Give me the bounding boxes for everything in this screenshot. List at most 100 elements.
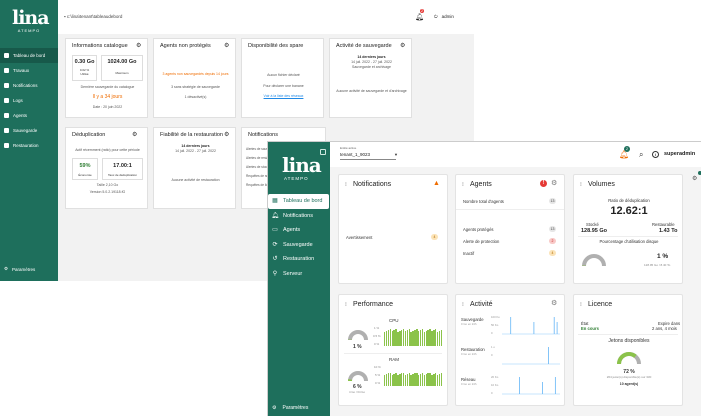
new-nav-item-0[interactable]: ▦ Tableau de bord: [268, 194, 329, 209]
old-catalog-max-label: Maximum: [115, 71, 129, 75]
agents-row-label: Agents protégés: [463, 227, 494, 232]
old-restore-period: 14 derniers jours: [181, 144, 210, 148]
caret-down-icon[interactable]: ▼: [394, 152, 398, 157]
card-title: Activité: [470, 301, 493, 308]
tenant-select[interactable]: tenant_1_9023: [340, 152, 370, 157]
old-user-menu[interactable]: ⏻ admin: [434, 14, 454, 19]
bell-icon: 🔔︎: [271, 212, 279, 219]
card-volumes: ⁞⁞ Volumes Ratio de déduplication 12.62:…: [573, 174, 683, 284]
ram-history-bars: [384, 372, 443, 386]
new-nav-item-4[interactable]: ↺ Restauration: [268, 252, 330, 267]
gear-icon[interactable]: ⚙: [224, 42, 229, 49]
new-username[interactable]: superadmin: [664, 151, 695, 157]
card-title: Licence: [588, 301, 613, 308]
new-nav-label: Restauration: [283, 256, 315, 263]
restore-icon: ↺: [272, 256, 278, 263]
old-settings-link[interactable]: ⚙ Paramètres: [4, 266, 35, 272]
drag-handle-icon[interactable]: ⁞⁞: [462, 182, 464, 188]
old-unprot-line2: 1 désactivé(s): [184, 95, 207, 99]
drag-handle-icon[interactable]: ⁞⁞: [580, 302, 582, 308]
old-nav-item-6[interactable]: Restauration: [0, 138, 58, 153]
gauge-track: [348, 371, 368, 382]
new-settings-label: Paramètres: [282, 405, 309, 411]
tokens-label: Jetons disponibles: [608, 338, 650, 344]
new-nav: ▦ Tableau de bord 🔔︎ Notifications ▭ Agents ⟳ S…: [268, 194, 330, 281]
old-dedup-saving-value: 59%: [79, 163, 91, 169]
gear-icon[interactable]: ⚙: [224, 131, 229, 138]
card-title: Performance: [353, 301, 394, 308]
cpu-pct: 1 %: [353, 344, 362, 350]
old-nav-item-0[interactable]: Tableau de bord: [0, 48, 58, 63]
activity-axis-label: 20 Ko: [491, 375, 499, 379]
new-logo-text: lina: [282, 153, 322, 177]
activity-axis-label: 100 Ko: [491, 315, 500, 319]
history-bar: [440, 373, 443, 386]
old-nav-item-2[interactable]: Notifications: [0, 78, 58, 93]
new-sidebar: lina ATEMPO ▦ Tableau de bord 🔔︎ Notificati…: [268, 142, 330, 416]
old-nav-label: Travaux: [13, 68, 30, 73]
new-nav-item-2[interactable]: ▭ Agents: [268, 223, 330, 238]
new-topbar: Entité active tenant_1_9023 ▼ 🔔︎ 2 ⌕ i s…: [330, 142, 701, 167]
old-nav-item-3[interactable]: Logs: [0, 93, 58, 108]
agents-row-count: 2: [549, 238, 556, 244]
bell-icon[interactable]: 🔔︎: [415, 13, 424, 21]
old-path: ▪ c:\lina\tenant\tableaudebord: [64, 14, 122, 19]
old-settings-label: Paramètres: [12, 266, 36, 272]
old-nav-item-5[interactable]: Sauvegarde: [0, 123, 58, 138]
restorable-label: Restaurable: [652, 222, 675, 227]
search-icon[interactable]: ⌕: [639, 150, 643, 160]
info-icon[interactable]: i: [652, 151, 659, 158]
new-nav-item-3[interactable]: ⟳ Sauvegarde: [268, 238, 330, 253]
gear-icon[interactable]: ⚙: [692, 175, 697, 182]
gear-icon[interactable]: ⚙: [551, 179, 557, 187]
old-spare-link[interactable]: Voir à la liste des réseaux: [244, 94, 323, 98]
disk-usage-label: Pourcentage d'utilisation disque: [599, 239, 659, 244]
cpu-label: CPU: [389, 318, 399, 323]
tenant-label: Entité active: [340, 146, 357, 150]
old-card-title: Disponibilité des spare: [248, 43, 304, 49]
warning-label: Avertissement: [346, 235, 373, 240]
old-card-title: Fiabilité de la restauration: [160, 132, 223, 138]
stored-value: 128.95 Go: [581, 228, 607, 234]
new-nav-item-5[interactable]: ⚲ Serveur: [268, 267, 330, 282]
old-nav-item-1[interactable]: Travaux: [0, 63, 58, 78]
card-agents: ⁞⁞ Agents ! ⚙ Nombre total d'agents 13 A…: [455, 174, 565, 284]
restorable-value: 1.43 To: [659, 228, 678, 234]
activity-row-sub: 0 Go en 24h: [461, 382, 477, 386]
gauge-track: [582, 254, 606, 267]
tokens-detail: 264 jeton(s) disponible(s) sur 330: [606, 375, 652, 379]
old-catalog-max: 1024.00 Go Maximum: [101, 55, 143, 81]
old-nav-item-4[interactable]: Agents: [0, 108, 58, 123]
tenant-underline: [340, 159, 396, 160]
old-nav: Tableau de bord Travaux Notifications Logs A…: [0, 48, 58, 153]
gear-icon[interactable]: ⚙: [136, 42, 141, 49]
alert-icon: !: [540, 180, 547, 187]
cpu-axis-bottom: 0 %: [374, 342, 380, 346]
drag-handle-icon[interactable]: ⁞⁞: [345, 302, 347, 308]
drag-handle-icon[interactable]: ⁞⁞: [580, 182, 582, 188]
old-catalog-max-value: 1024.00 Go: [107, 59, 137, 65]
activity-axis-label: 0: [491, 353, 493, 357]
nav-icon: [4, 68, 9, 73]
old-dedup-version: Version 5.0.2.19118.fG: [89, 190, 126, 194]
new-nav-label: Notifications: [283, 212, 313, 219]
gear-icon[interactable]: ⚙: [132, 131, 137, 138]
ram-axis-mid: 5 %: [375, 373, 381, 377]
old-unprot-line1: 3 sans stratégie de sauvegarde: [171, 85, 220, 89]
new-nav-item-1[interactable]: 🔔︎ Notifications: [268, 209, 330, 224]
old-nav-label: Agents: [13, 113, 28, 118]
drag-handle-icon[interactable]: ⁞⁞: [462, 302, 464, 308]
gear-icon[interactable]: ⚙: [551, 299, 557, 307]
old-card-spare: Disponibilité des spare Aucun fichier dé…: [241, 38, 324, 118]
activity-axis-label: 50 Ko: [491, 323, 499, 327]
new-settings-link[interactable]: ⚙ Paramètres: [272, 405, 308, 411]
old-card-unprotected: Agents non protégés ⚙ 3 agents non sauve…: [153, 38, 236, 118]
old-card-title: Informations catalogue: [72, 43, 128, 49]
cpu-axis-mid: 0.5 %: [373, 334, 381, 338]
drag-handle-icon[interactable]: ⁞⁞: [345, 182, 347, 188]
nav-icon: [4, 113, 9, 118]
cpu-axis-top: 1 %: [374, 326, 380, 330]
gear-icon[interactable]: ⚙: [400, 42, 405, 49]
old-catalog-last-label: Dernière sauvegarde du catalogue: [80, 85, 135, 89]
ram-label: RAM: [389, 357, 399, 362]
